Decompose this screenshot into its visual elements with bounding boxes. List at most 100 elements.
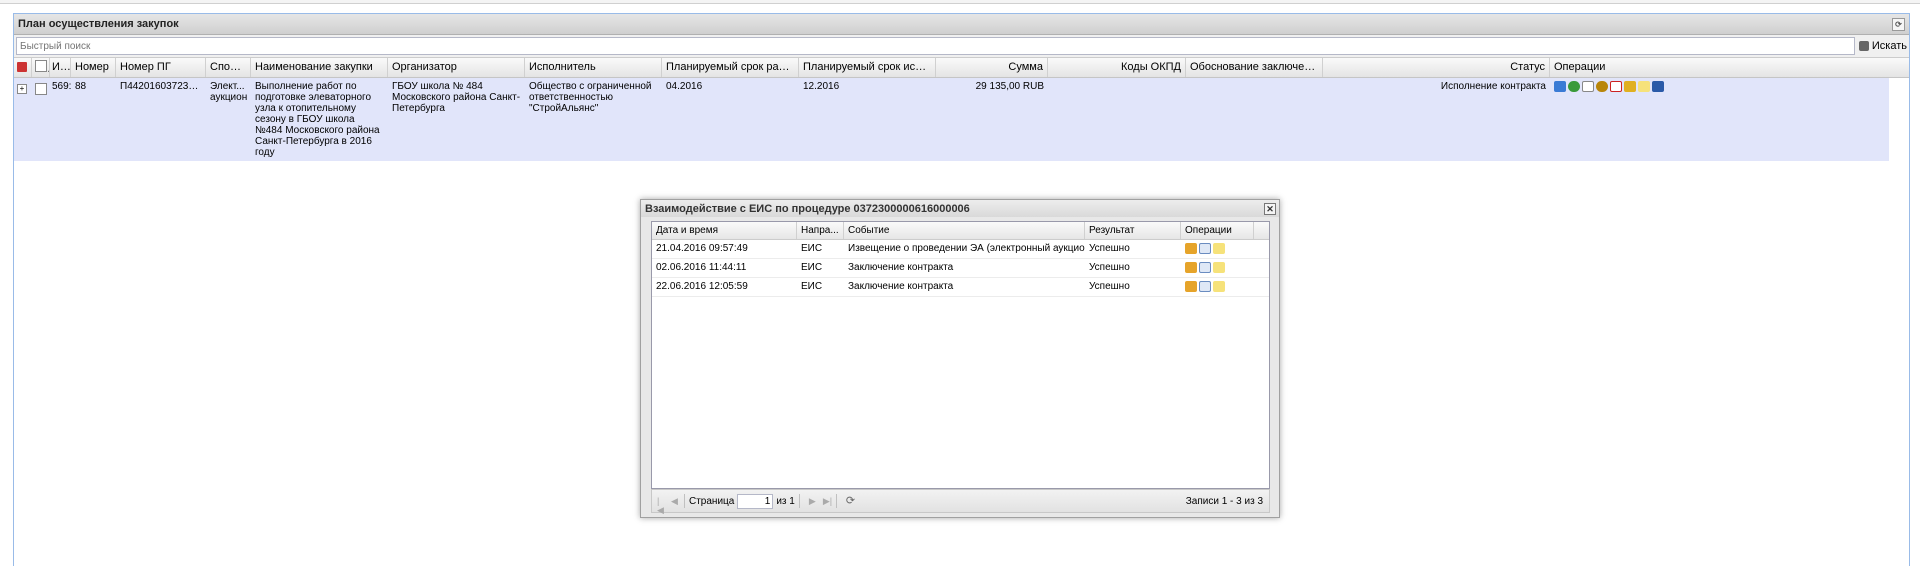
note-icon[interactable] [1213,243,1225,254]
col-name[interactable]: Наименование закупки [251,58,388,77]
cell-basis [1186,78,1323,161]
document-icon[interactable] [1582,81,1594,92]
eis-interaction-dialog: Взаимодействие с ЕИС по процедуре 037230… [640,199,1280,518]
cell-organizer: ГБОУ школа № 484 Московского района Санк… [392,81,521,114]
top-strip [0,0,1920,4]
cell-id: 569: [52,81,71,92]
col-organizer[interactable]: Организатор [388,58,525,77]
dialog-grid: Дата и время Напра... Событие Результат … [651,221,1270,489]
search-button[interactable]: Искать [1858,40,1907,52]
last-page-icon[interactable]: ▶| [823,496,832,506]
table-row[interactable]: 22.06.2016 12:05:59 ЕИС Заключение контр… [652,278,1269,297]
records-count: Записи 1 - 3 из 3 [1185,495,1263,507]
cell-executor: Общество с ограниченной ответственностью… [529,81,652,114]
pdf-icon[interactable] [1610,81,1622,92]
cell-result: Успешно [1089,243,1130,254]
table-row[interactable]: 02.06.2016 11:44:11 ЕИС Заключение контр… [652,259,1269,278]
document-icon[interactable] [1199,243,1211,254]
row-checkbox[interactable] [32,78,50,161]
col-id[interactable]: Иде [50,58,71,77]
cell-plan-place: 04.2016 [666,81,703,92]
search-bar: Искать [14,35,1909,58]
note-icon[interactable] [1213,262,1225,273]
cell-direction: ЕИС [801,243,823,254]
col-operations[interactable]: Операции [1550,58,1887,77]
pager-separator [798,494,800,508]
cell-sum: 29 135,00 RUB [975,81,1044,92]
select-all-checkbox[interactable] [32,58,50,77]
page-of-label: из 1 [776,495,795,507]
document-icon[interactable] [1199,281,1211,292]
cell-name: Выполнение работ по подготовке элеваторн… [255,81,380,158]
pager-separator [684,494,685,508]
cell-method: Элект... аукцион [210,81,248,103]
package-icon[interactable] [1185,243,1197,254]
col-event[interactable]: Событие [844,222,1085,239]
col-basis[interactable]: Обоснование заключения [1186,58,1323,77]
procurement-grid: Иде Номер Номер ПГ Спосо... Наименование… [14,58,1909,161]
cell-pg-number: П44201603723000... [120,81,206,92]
package-icon[interactable] [1185,262,1197,273]
next-page-icon[interactable]: ▶ [809,496,818,506]
refresh-icon[interactable]: ⟳ [1892,17,1905,31]
refresh-icon[interactable]: ⟳ [846,495,855,506]
prev-page-icon[interactable]: ◀ [671,496,680,506]
cell-result: Успешно [1089,281,1130,292]
col-plan-place[interactable]: Планируемый срок размещ... [662,58,799,77]
close-icon[interactable]: ✕ [1264,202,1276,215]
col-okpd[interactable]: Коды ОКПД [1048,58,1186,77]
col-executor[interactable]: Исполнитель [525,58,662,77]
col-sum[interactable]: Сумма [936,58,1048,77]
grid-header: Иде Номер Номер ПГ Спосо... Наименование… [14,58,1909,78]
binoculars-icon [1858,41,1869,51]
cell-direction: ЕИС [801,262,823,273]
panel-header: План осуществления закупок ⟳ [14,14,1909,35]
cell-event: Заключение контракта [848,281,954,292]
col-pg-number[interactable]: Номер ПГ [116,58,206,77]
package-icon[interactable] [1185,281,1197,292]
col-ops[interactable]: Операции [1181,222,1254,239]
panel-title: План осуществления закупок [18,18,179,30]
document-icon[interactable] [1199,262,1211,273]
cell-datetime: 22.06.2016 12:05:59 [656,281,748,292]
col-status[interactable]: Статус [1323,58,1550,77]
expand-icon[interactable]: + [14,78,32,161]
dialog-title: Взаимодействие с ЕИС по процедуре 037230… [645,202,970,215]
emblem-icon[interactable] [1596,81,1608,92]
cell-datetime: 02.06.2016 11:44:11 [656,262,747,273]
refresh-icon[interactable] [1568,81,1580,92]
dialog-grid-header: Дата и время Напра... Событие Результат … [652,222,1269,240]
col-result[interactable]: Результат [1085,222,1181,239]
chart-icon[interactable] [1554,81,1566,92]
page-input[interactable] [737,493,774,509]
col-direction[interactable]: Напра... [797,222,844,239]
cell-ops [1181,259,1254,277]
pager: |◀ ◀ Страница из 1 ▶ ▶| ⟳ Записи 1 - 3 и… [651,489,1270,514]
note-icon[interactable] [1638,81,1650,92]
cell-direction: ЕИС [801,281,823,292]
filter-clear-icon[interactable] [14,58,32,77]
table-row[interactable]: 21.04.2016 09:57:49 ЕИС Извещение о пров… [652,240,1269,259]
first-page-icon[interactable]: |◀ [657,496,666,514]
cell-event: Заключение контракта [848,262,954,273]
cell-status: Исполнение контракта [1440,81,1546,92]
table-row[interactable]: + 569: 88 П44201603723000... Элект... ау… [14,78,1889,161]
cell-datetime: 21.04.2016 09:57:49 [656,243,748,254]
page-label: Страница [689,495,735,507]
pager-separator [835,494,837,508]
dialog-header[interactable]: Взаимодействие с ЕИС по процедуре 037230… [641,200,1279,217]
col-datetime[interactable]: Дата и время [652,222,797,239]
cell-operations [1550,78,1887,161]
barcode-icon[interactable] [1652,81,1664,92]
cell-result: Успешно [1089,262,1130,273]
cell-plan-exec: 12.2016 [803,81,840,92]
cell-number: 88 [75,81,87,92]
folder-icon[interactable] [1624,81,1636,92]
cell-okpd [1048,78,1186,161]
col-method[interactable]: Спосо... [206,58,251,77]
col-number[interactable]: Номер [71,58,116,77]
quick-search-input[interactable] [16,37,1855,55]
cell-ops [1181,240,1254,258]
note-icon[interactable] [1213,281,1225,292]
col-plan-exec[interactable]: Планируемый срок исполн... [799,58,936,77]
